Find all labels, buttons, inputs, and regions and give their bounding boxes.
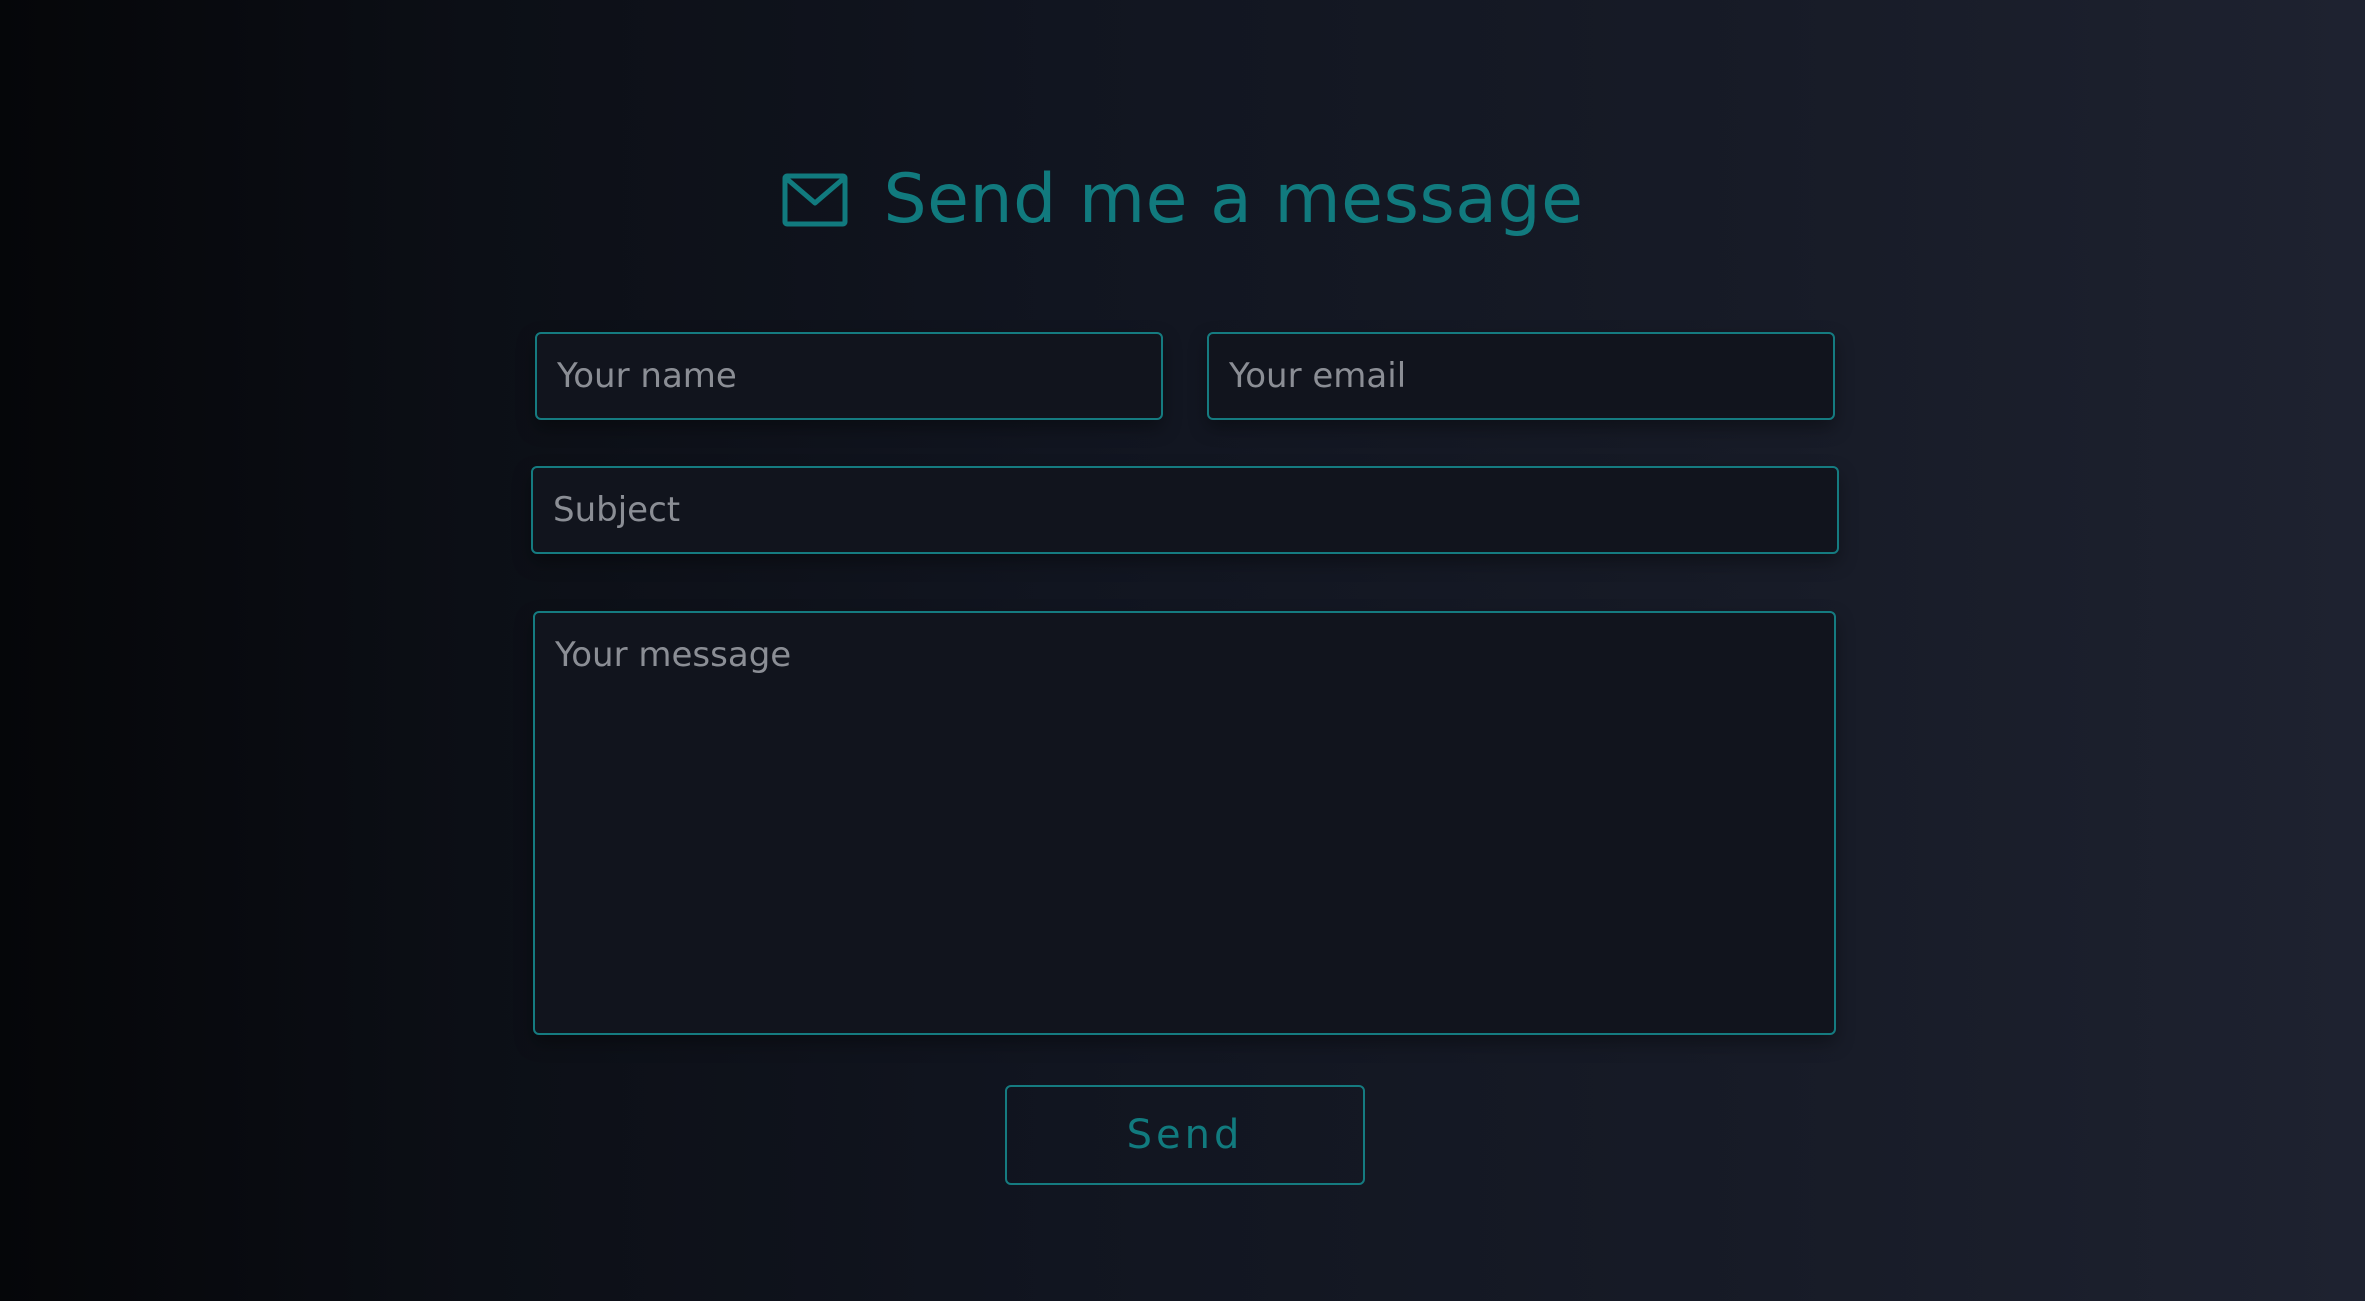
mail-icon <box>782 173 848 227</box>
send-button[interactable]: Send <box>1005 1085 1365 1185</box>
name-input[interactable] <box>535 332 1163 420</box>
page-heading: Send me a message <box>0 150 2365 250</box>
page-title: Send me a message <box>883 160 1584 239</box>
email-input[interactable] <box>1207 332 1835 420</box>
message-textarea[interactable] <box>533 611 1836 1035</box>
subject-input[interactable] <box>531 466 1839 554</box>
